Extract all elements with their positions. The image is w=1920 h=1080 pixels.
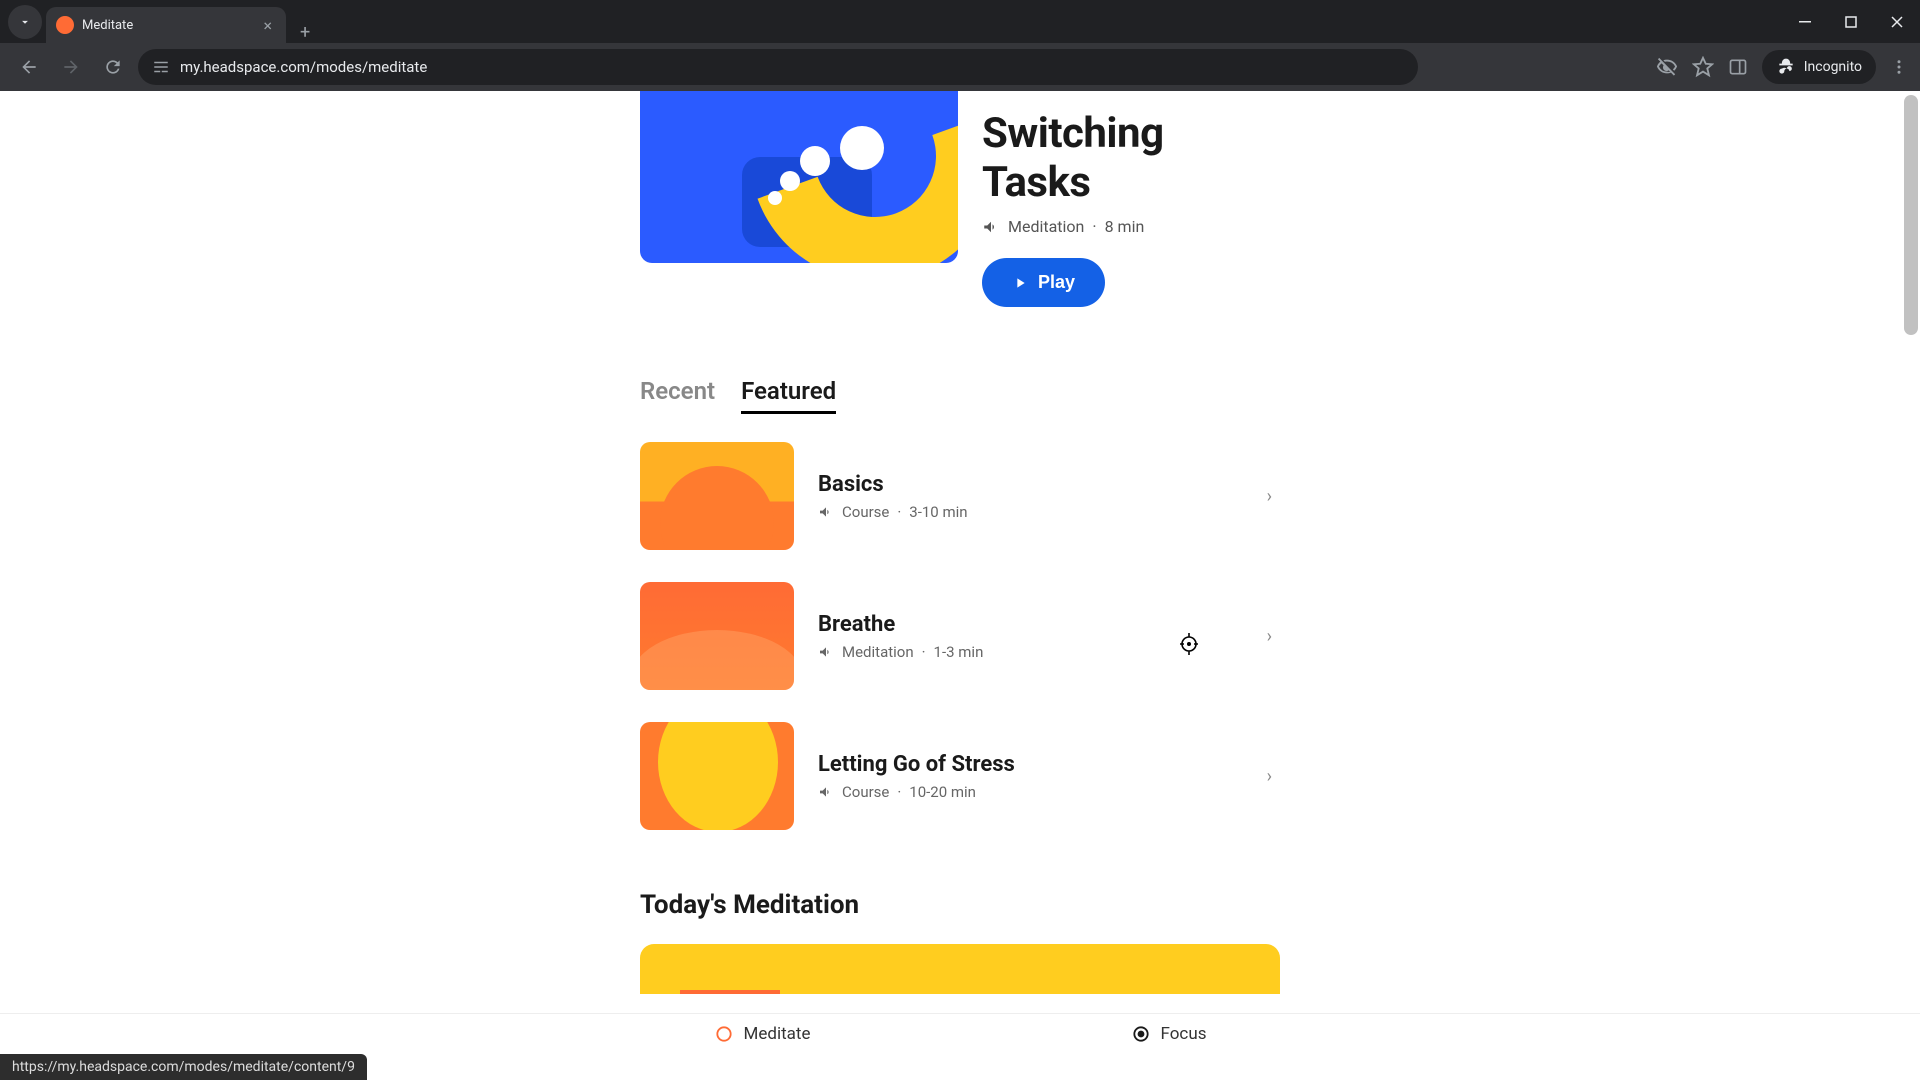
nav-meditate[interactable]: Meditate	[714, 1024, 811, 1044]
audio-icon	[982, 218, 1000, 236]
tab-favicon	[56, 16, 74, 34]
hero-title: Switching Tasks	[982, 109, 1280, 207]
content-tabs: Recent Featured	[640, 377, 1280, 414]
audio-icon	[818, 784, 834, 800]
meditate-icon	[714, 1024, 734, 1044]
page-viewport: Switching Tasks Meditation · 8 min Play …	[0, 91, 1920, 1080]
play-button[interactable]: Play	[982, 258, 1105, 307]
item-meta: Meditation·1-3 min	[818, 643, 1243, 661]
window-controls	[1782, 0, 1920, 43]
item-thumbnail	[640, 442, 794, 550]
site-settings-icon[interactable]	[152, 58, 170, 76]
browser-toolbar: my.headspace.com/modes/meditate Incognit…	[0, 43, 1920, 91]
hero-artwork	[640, 91, 958, 263]
close-tab-icon[interactable]: ×	[259, 16, 276, 35]
new-tab-button[interactable]: +	[286, 22, 324, 43]
hero-meta: Meditation · 8 min	[982, 217, 1280, 236]
incognito-badge[interactable]: Incognito	[1762, 50, 1876, 84]
close-window-button[interactable]	[1874, 0, 1920, 43]
kebab-menu-icon[interactable]	[1890, 58, 1908, 76]
list-item[interactable]: Basics Course·3-10 min ›	[640, 442, 1280, 550]
list-item[interactable]: Breathe Meditation·1-3 min ›	[640, 582, 1280, 690]
chevron-right-icon: ›	[1267, 486, 1280, 507]
reload-button[interactable]	[96, 50, 130, 84]
scrollbar-thumb[interactable]	[1904, 95, 1918, 335]
maximize-button[interactable]	[1828, 0, 1874, 43]
section-today-title: Today's Meditation	[640, 890, 1280, 920]
today-card[interactable]	[640, 944, 1280, 994]
side-panel-icon[interactable]	[1728, 57, 1748, 77]
status-bar: https://my.headspace.com/modes/meditate/…	[0, 1054, 367, 1080]
tab-search-dropdown[interactable]	[8, 5, 42, 39]
list-item[interactable]: Letting Go of Stress Course·10-20 min ›	[640, 722, 1280, 830]
eye-off-icon[interactable]	[1656, 56, 1678, 78]
audio-icon	[818, 504, 834, 520]
tab-featured[interactable]: Featured	[741, 377, 836, 414]
url-text: my.headspace.com/modes/meditate	[180, 58, 427, 76]
item-title: Letting Go of Stress	[818, 752, 1243, 777]
focus-icon	[1131, 1024, 1151, 1044]
audio-icon	[818, 644, 834, 660]
tab-title: Meditate	[82, 18, 251, 33]
address-bar[interactable]: my.headspace.com/modes/meditate	[138, 49, 1418, 85]
browser-tab-strip: Meditate × +	[0, 0, 1920, 43]
incognito-label: Incognito	[1804, 59, 1862, 75]
forward-button[interactable]	[54, 50, 88, 84]
chevron-right-icon: ›	[1267, 766, 1280, 787]
featured-list: Basics Course·3-10 min › Breathe	[640, 442, 1280, 830]
item-title: Basics	[818, 472, 1243, 497]
minimize-button[interactable]	[1782, 0, 1828, 43]
chevron-right-icon: ›	[1267, 626, 1280, 647]
bottom-nav: Meditate Focus	[0, 1013, 1920, 1044]
item-title: Breathe	[818, 612, 1243, 637]
tab-recent[interactable]: Recent	[640, 377, 715, 414]
item-meta: Course·3-10 min	[818, 503, 1243, 521]
browser-tab[interactable]: Meditate ×	[46, 7, 286, 43]
item-meta: Course·10-20 min	[818, 783, 1243, 801]
hero-card: Switching Tasks Meditation · 8 min Play	[640, 91, 1280, 307]
back-button[interactable]	[12, 50, 46, 84]
nav-focus[interactable]: Focus	[1131, 1024, 1207, 1044]
bookmark-star-icon[interactable]	[1692, 56, 1714, 78]
item-thumbnail	[640, 582, 794, 690]
play-icon	[1012, 275, 1028, 291]
item-thumbnail	[640, 722, 794, 830]
